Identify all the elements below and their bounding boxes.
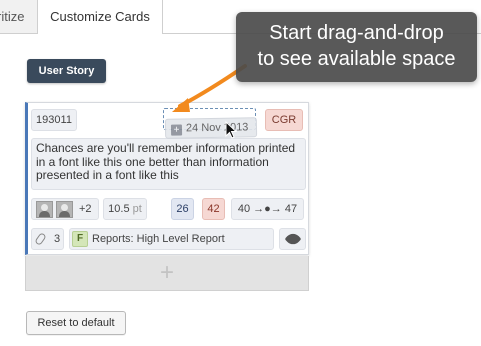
rocket-chip[interactable] — [279, 228, 306, 250]
tab-customize-cards[interactable]: Customize Cards — [38, 0, 163, 34]
feature-chip[interactable]: F Reports: High Level Report — [69, 228, 274, 250]
tab-prioritize[interactable]: ritize — [0, 0, 38, 34]
flow-chip[interactable]: 40 →●→ 47 — [231, 198, 304, 220]
assignees-chip[interactable]: +2 — [31, 198, 99, 220]
drag-hint-tooltip: Start drag-and-drop to see available spa… — [236, 12, 477, 82]
font-size-value: 10.5 — [108, 203, 130, 215]
avatar-icon — [36, 201, 53, 218]
rocket-icon — [284, 230, 302, 248]
card-id-chip[interactable]: 193011 — [31, 109, 77, 131]
reset-to-default-button[interactable]: Reset to default — [26, 311, 126, 335]
font-size-unit: pt — [132, 203, 142, 215]
tooltip-line-1: Start drag-and-drop — [269, 22, 444, 44]
feature-label: Reports: High Level Report — [92, 233, 225, 245]
dragged-date-chip[interactable]: +24 Nov 2013 — [164, 117, 258, 139]
plus-box-icon: + — [170, 124, 183, 136]
count-b-chip[interactable]: 42 — [202, 198, 225, 220]
avatar-icon — [56, 201, 73, 218]
add-row-button[interactable]: + — [25, 256, 309, 291]
cursor-icon — [225, 121, 238, 139]
tag-chip[interactable]: CGR — [265, 109, 303, 131]
feature-badge: F — [72, 231, 88, 247]
avatars-extra-count: +2 — [79, 203, 92, 215]
attachments-chip[interactable]: 3 — [31, 228, 64, 250]
card-description[interactable]: Chances are you'll remember information … — [31, 138, 306, 190]
card-type-user-story[interactable]: User Story — [27, 59, 106, 83]
attachments-count: 3 — [54, 233, 61, 245]
date-value: 24 Nov 2013 — [185, 121, 249, 135]
tooltip-line-2: to see available space — [257, 48, 456, 70]
paperclip-icon — [34, 232, 47, 246]
count-a-chip[interactable]: 26 — [171, 198, 194, 220]
font-size-chip[interactable]: 10.5 pt — [103, 198, 147, 220]
